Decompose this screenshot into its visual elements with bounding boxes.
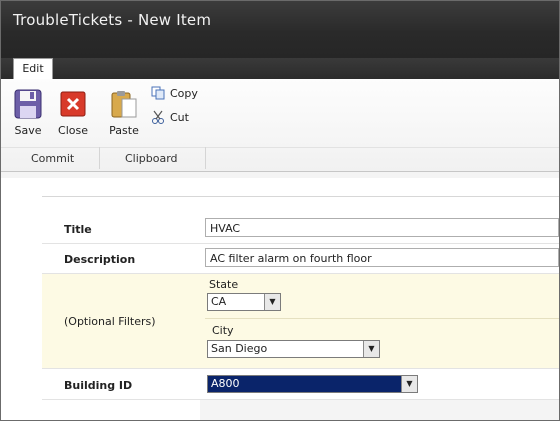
close-icon — [60, 91, 86, 117]
city-dropdown[interactable]: San Diego ▼ — [207, 340, 380, 358]
window-frame: TroubleTickets - New Item Edit Save Clos… — [0, 0, 560, 421]
paste-icon — [111, 91, 137, 118]
group-divider — [1, 147, 559, 148]
content-band — [1, 172, 559, 178]
tab-edit[interactable]: Edit — [13, 58, 53, 79]
city-label: City — [212, 324, 234, 337]
description-input[interactable]: AC filter alarm on fourth floor — [205, 248, 559, 267]
building-label: Building ID — [64, 379, 133, 392]
title-bar: TroubleTickets - New Item — [1, 1, 559, 58]
description-label: Description — [64, 253, 136, 266]
window-title: TroubleTickets - New Item — [13, 11, 212, 29]
copy-button[interactable]: Copy — [151, 86, 198, 100]
floppy-disk-icon — [14, 89, 42, 119]
state-dropdown[interactable]: CA ▼ — [207, 293, 281, 311]
title-label: Title — [64, 223, 92, 236]
cut-button[interactable]: Cut — [151, 110, 189, 124]
building-dropdown[interactable]: A800 ▼ — [207, 375, 418, 393]
optional-filters-row: (Optional Filters) State CA ▼ City San D… — [42, 274, 559, 369]
chevron-down-icon[interactable]: ▼ — [264, 294, 280, 310]
tab-strip — [1, 58, 559, 79]
state-value: CA — [211, 295, 227, 308]
chevron-down-icon[interactable]: ▼ — [363, 341, 379, 357]
group-clipboard-label: Clipboard — [125, 152, 178, 165]
paste-button[interactable]: Paste — [106, 89, 142, 137]
state-label: State — [209, 278, 239, 291]
city-value: San Diego — [211, 342, 268, 355]
optional-filters-label: (Optional Filters) — [64, 315, 156, 328]
title-input[interactable]: HVAC — [205, 218, 559, 237]
scissors-icon — [152, 110, 164, 124]
form-area: Title HVAC Description AC filter alarm o… — [1, 172, 559, 420]
close-label: Close — [58, 124, 88, 137]
description-row: Description AC filter alarm on fourth fl… — [42, 244, 559, 274]
close-button[interactable]: Close — [56, 89, 90, 137]
building-value: A800 — [211, 377, 240, 390]
new-item-form: Title HVAC Description AC filter alarm o… — [42, 196, 559, 420]
group-separator — [99, 147, 100, 169]
form-footer — [200, 400, 559, 420]
copy-icon — [151, 86, 165, 100]
ribbon: Save Close Paste Copy Cut Commit Clipboa… — [1, 79, 559, 172]
paste-label: Paste — [109, 124, 139, 137]
filter-divider — [205, 318, 559, 319]
cut-label: Cut — [170, 110, 189, 124]
group-commit-label: Commit — [31, 152, 75, 165]
group-separator — [205, 147, 206, 169]
copy-label: Copy — [170, 86, 198, 100]
building-row: Building ID A800 ▼ — [42, 369, 559, 400]
chevron-down-icon[interactable]: ▼ — [401, 376, 417, 392]
save-button[interactable]: Save — [11, 89, 45, 137]
save-label: Save — [14, 124, 42, 137]
title-row: Title HVAC — [42, 213, 559, 244]
